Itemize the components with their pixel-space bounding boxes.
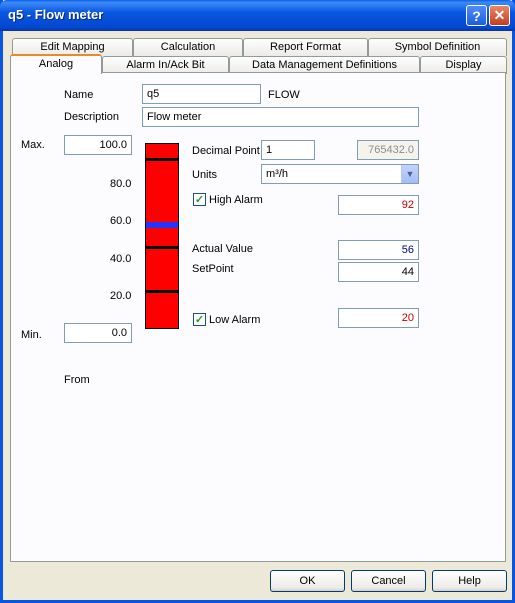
tab-label: Symbol Definition [394,41,481,53]
low-alarm-checkbox[interactable]: ✓ [193,313,206,326]
dialog-client: Edit Mapping Calculation Report Format S… [3,31,512,600]
low-alarm-input[interactable]: 20 [338,308,419,328]
title-bar[interactable]: q5 - Flow meter ? ✕ [0,0,515,31]
tab-symbol-definition[interactable]: Symbol Definition [368,38,507,56]
dialog-window: q5 - Flow meter ? ✕ Edit Mapping Calcula… [0,0,515,603]
close-icon: ✕ [493,7,506,23]
actual-value-field[interactable]: 56 [338,240,419,260]
level-bar-gauge [145,143,179,329]
high-alarm-input[interactable]: 92 [338,195,419,215]
tab-label: Calculation [160,41,216,53]
question-icon: ? [472,7,481,24]
checkmark-icon: ✓ [194,314,205,326]
checkmark-icon: ✓ [194,194,205,206]
tab-label: Alarm In/Ack Bit [126,59,205,71]
setpoint-marker [146,246,178,249]
setpoint-input[interactable]: 44 [338,262,419,282]
from-label: From [64,374,90,386]
ok-button[interactable]: OK [270,570,345,592]
tab-analog[interactable]: Analog [10,54,102,74]
units-value: m³/h [266,168,288,180]
tab-label: Analog [38,58,74,70]
min-input[interactable]: 0.0 [64,323,132,343]
decimal-point-input[interactable]: 1 [261,140,315,160]
help-title-button[interactable]: ? [466,5,487,26]
analog-panel: Name q5 FLOW Description Flow meter Max.… [10,72,506,562]
setpoint-label: SetPoint [192,263,234,275]
scale-tick-60: 60.0 [110,215,132,227]
decimal-preview-field: 765432.0 [357,140,419,160]
scale-tick-40: 40.0 [110,253,132,265]
cancel-button[interactable]: Cancel [351,570,426,592]
tab-label: Data Management Definitions [252,59,397,71]
name-type-label: FLOW [268,89,300,101]
window-title: q5 - Flow meter [8,7,104,22]
actual-value-marker [146,222,178,228]
low-alarm-marker [146,290,178,293]
tab-label: Report Format [270,41,341,53]
units-select[interactable]: m³/h ▼ [261,164,419,184]
name-input[interactable]: q5 [142,84,261,104]
max-label: Max. [21,139,45,151]
scale-tick-80: 80.0 [110,178,132,190]
actual-value-label: Actual Value [192,243,253,255]
high-alarm-label: High Alarm [209,194,263,206]
high-alarm-checkbox[interactable]: ✓ [193,193,206,206]
help-button[interactable]: Help [432,570,507,592]
units-label: Units [192,169,218,181]
close-button[interactable]: ✕ [489,5,510,26]
tab-label: Edit Mapping [40,41,105,53]
chevron-down-icon[interactable]: ▼ [401,165,418,183]
scale-tick-20: 20.0 [110,290,132,302]
decimal-point-label: Decimal Point [192,145,260,157]
low-alarm-label: Low Alarm [209,314,261,326]
high-alarm-marker [146,158,178,161]
name-label: Name [64,89,94,101]
description-label: Description [64,111,120,123]
description-input[interactable]: Flow meter [142,107,419,127]
tab-calculation[interactable]: Calculation [133,38,243,56]
min-label: Min. [21,329,42,341]
tab-report-format[interactable]: Report Format [243,38,368,56]
tab-label: Display [445,59,482,71]
max-input[interactable]: 100.0 [64,135,132,155]
